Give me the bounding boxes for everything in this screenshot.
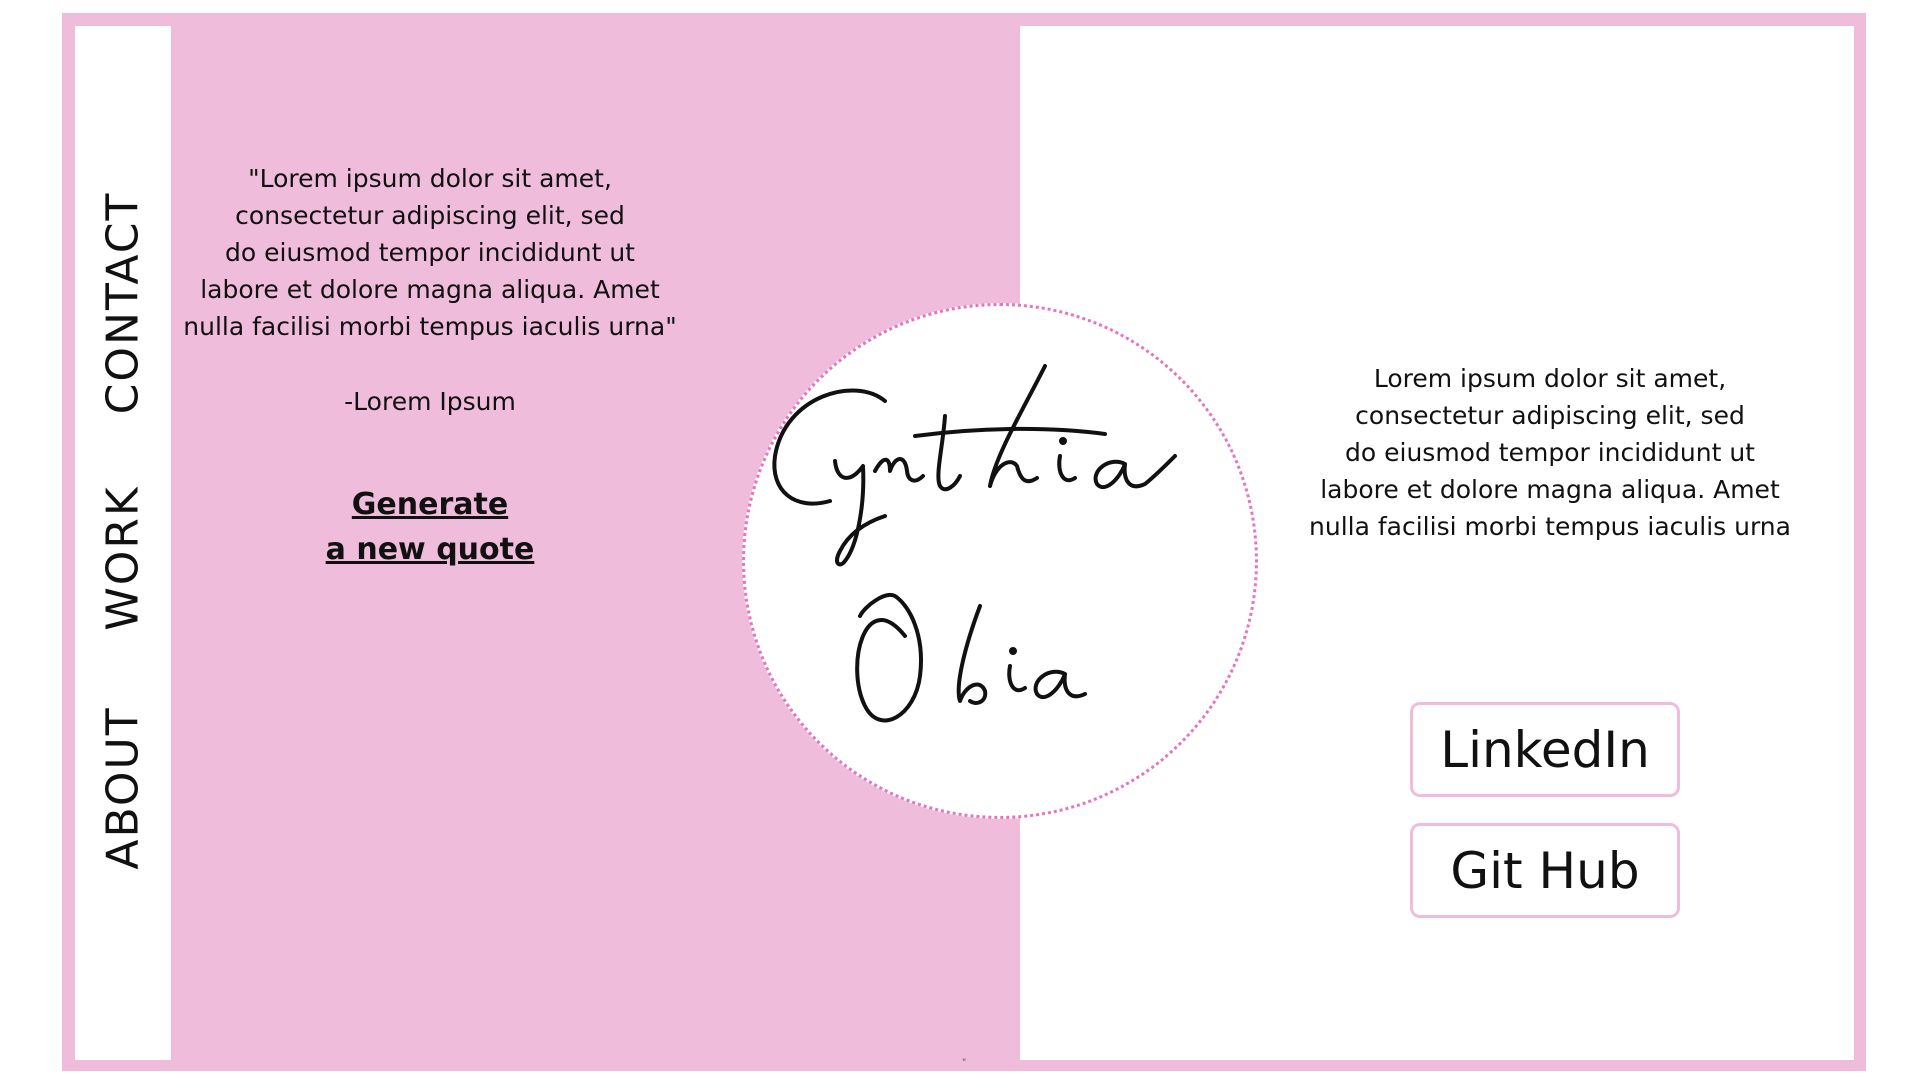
quote-author: -Lorem Ipsum xyxy=(344,387,516,416)
nav-item-contact[interactable]: CONTACT xyxy=(98,192,149,415)
about-text: Lorem ipsum dolor sit amet, consectetur … xyxy=(1309,364,1791,541)
signature-logo xyxy=(772,364,1177,723)
tiny-mark: " xyxy=(962,1058,967,1068)
github-button[interactable]: Git Hub xyxy=(1410,823,1680,918)
quote-block: "Lorem ipsum dolor sit amet, consectetur… xyxy=(165,160,695,572)
nav-item-about[interactable]: ABOUT xyxy=(98,706,149,869)
logo-circle xyxy=(742,303,1258,819)
nav-item-work[interactable]: WORK xyxy=(98,485,149,631)
linkedin-label: LinkedIn xyxy=(1440,720,1650,779)
generate-quote-link[interactable]: Generate a new quote xyxy=(165,482,695,572)
linkedin-button[interactable]: LinkedIn xyxy=(1410,702,1680,797)
side-nav: CONTACT WORK ABOUT xyxy=(75,26,171,1060)
quote-text: "Lorem ipsum dolor sit amet, consectetur… xyxy=(183,164,677,341)
github-label: Git Hub xyxy=(1450,841,1640,900)
